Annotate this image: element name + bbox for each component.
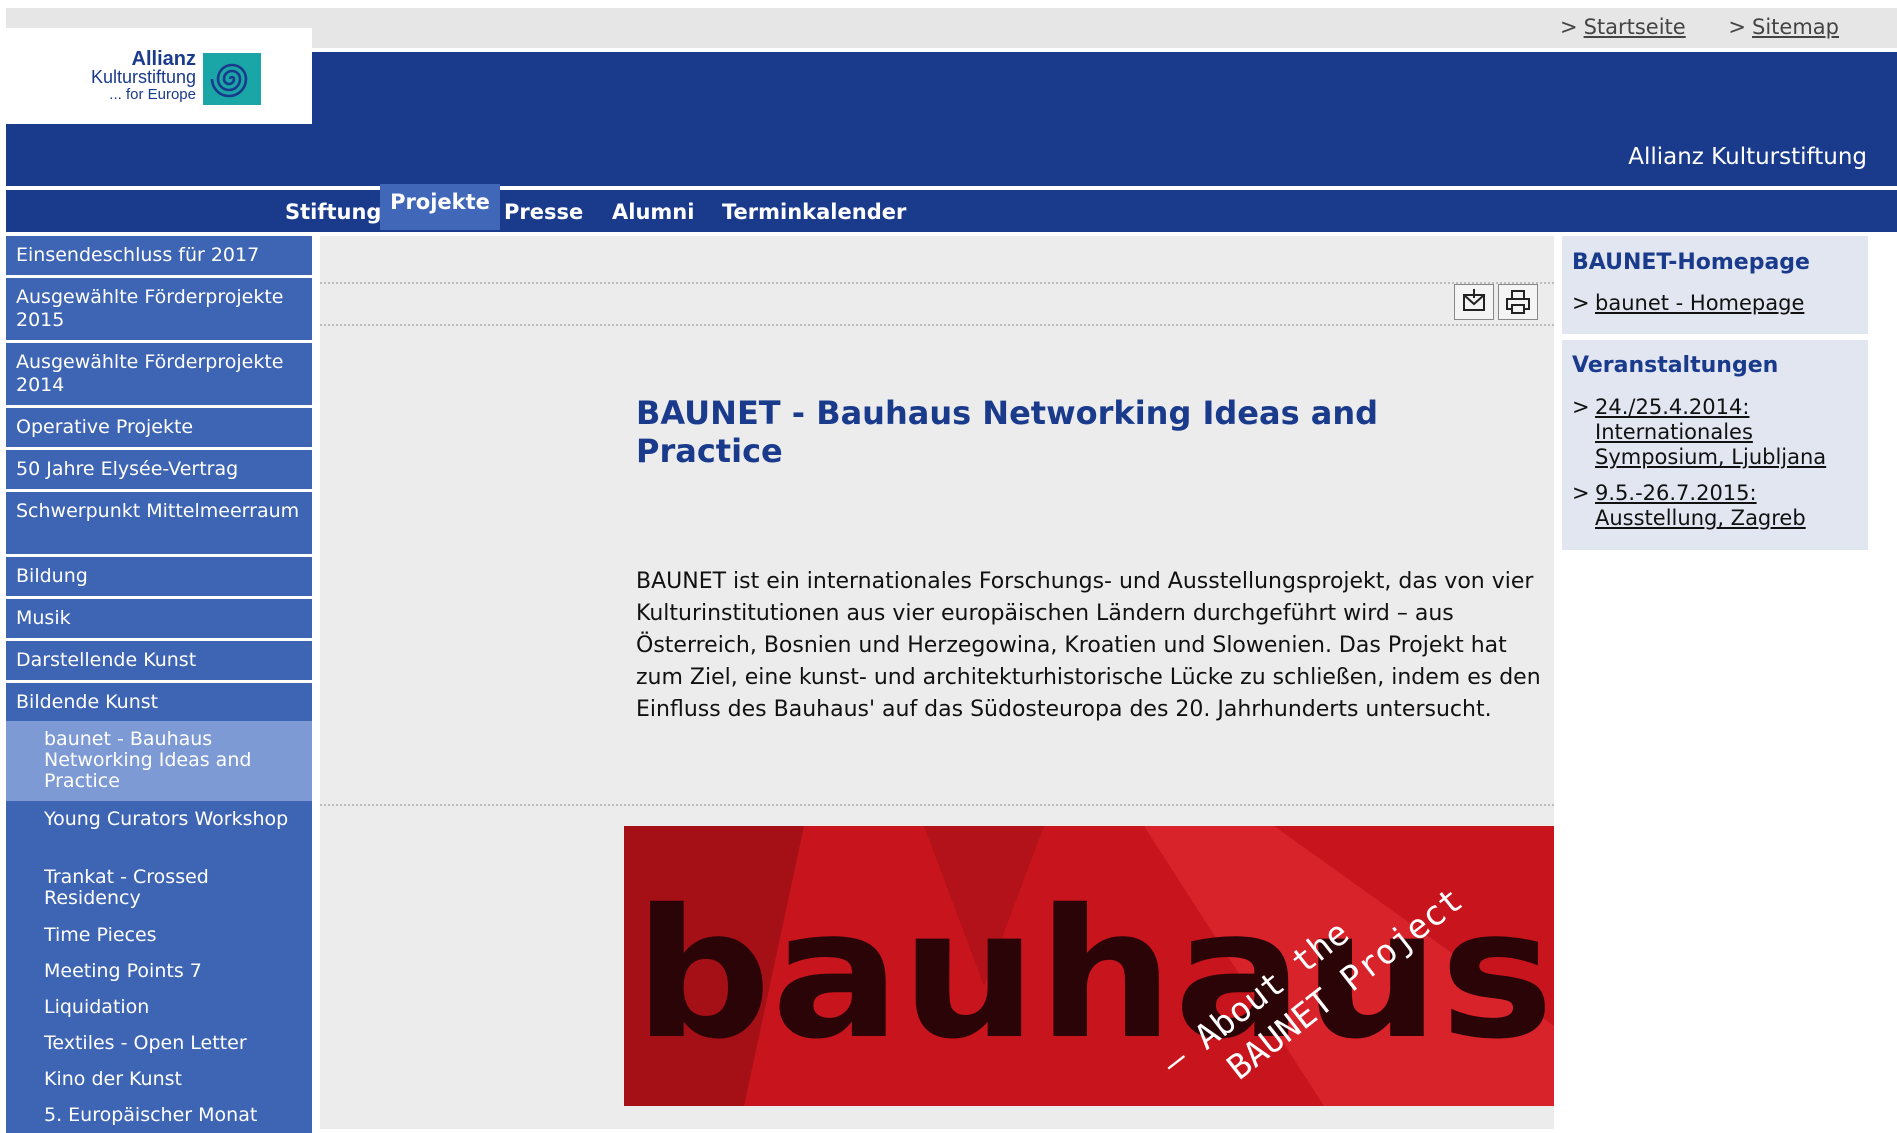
- sidebar-subitem-meeting-points[interactable]: Meeting Points 7: [6, 953, 312, 989]
- event-item: >9.5.-26.7.2015: Ausstellung, Zagreb: [1572, 481, 1865, 531]
- print-page-button[interactable]: [1498, 284, 1538, 320]
- baunet-homepage-link[interactable]: baunet - Homepage: [1595, 291, 1804, 315]
- nav-presse[interactable]: Presse: [504, 200, 583, 224]
- sidebar-item-bildung[interactable]: Bildung: [6, 557, 312, 596]
- sidebar-subitem-trankat[interactable]: Trankat - Crossed Residency: [6, 859, 312, 917]
- chevron-right-icon: >: [1728, 15, 1747, 39]
- sidebar-item-elysee-vertrag[interactable]: 50 Jahre Elysée-Vertrag: [6, 450, 312, 489]
- sidebar-subitem-liquidation[interactable]: Liquidation: [6, 989, 312, 1025]
- chevron-right-icon: >: [1559, 15, 1578, 39]
- divider: [320, 804, 1554, 806]
- homepage-box-title: BAUNET-Homepage: [1572, 250, 1810, 275]
- left-sidebar: Einsendeschluss für 2017 Ausgewählte För…: [6, 236, 312, 1133]
- logo-wordmark: Allianz Kulturstiftung ... for Europe: [56, 48, 196, 104]
- hero-image: bauhaus – About the BAUNET Project: [624, 826, 1554, 1106]
- chevron-right-icon: >: [1572, 481, 1590, 505]
- sidebar-subitem-textiles[interactable]: Textiles - Open Letter: [6, 1025, 312, 1061]
- hero-bauhaus-word: bauhaus: [634, 871, 1554, 1078]
- spiral-logo-icon: [203, 53, 261, 105]
- sidebar-item-foerderprojekte-2014[interactable]: Ausgewählte Förderprojekte 2014: [6, 343, 312, 405]
- sidebar-item-operative-projekte[interactable]: Operative Projekte: [6, 408, 312, 447]
- sidebar-subitem-young-curators[interactable]: Young Curators Workshop: [6, 801, 312, 859]
- sidebar-item-musik[interactable]: Musik: [6, 599, 312, 638]
- logo-line-kulturstiftung: Kulturstiftung: [90, 67, 196, 87]
- sidebar-subitem-europaeischer-monat[interactable]: 5. Europäischer Monat: [6, 1097, 312, 1133]
- main-content: BAUNET - Bauhaus Networking Ideas and Pr…: [320, 236, 1554, 1129]
- event-link-ausstellung[interactable]: 9.5.-26.7.2015: Ausstellung, Zagreb: [1595, 481, 1806, 530]
- events-box-title: Veranstaltungen: [1572, 353, 1779, 378]
- chevron-right-icon: >: [1572, 291, 1590, 315]
- email-page-button[interactable]: [1454, 284, 1494, 320]
- site-name: Allianz Kulturstiftung: [1628, 144, 1867, 170]
- events-box: Veranstaltungen >24./25.4.2014: Internat…: [1562, 340, 1868, 550]
- nav-projekte[interactable]: Projekte: [380, 184, 500, 230]
- logo[interactable]: Allianz Kulturstiftung ... for Europe: [6, 28, 312, 124]
- sidebar-item-einsendeschluss[interactable]: Einsendeschluss für 2017: [6, 236, 312, 275]
- sidebar-item-mittelmeerraum[interactable]: Schwerpunkt Mittelmeerraum: [6, 492, 312, 554]
- logo-line-allianz: Allianz: [131, 48, 196, 70]
- divider: [320, 282, 1554, 284]
- sidebar-subitem-kino-der-kunst[interactable]: Kino der Kunst: [6, 1061, 312, 1097]
- event-link-symposium[interactable]: 24./25.4.2014: Internationales Symposium…: [1595, 395, 1826, 469]
- homepage-box: BAUNET-Homepage > baunet - Homepage: [1562, 236, 1868, 334]
- printer-icon: [1506, 290, 1530, 314]
- sidebar-item-darstellende-kunst[interactable]: Darstellende Kunst: [6, 641, 312, 680]
- sitemap-link[interactable]: Sitemap: [1752, 15, 1839, 39]
- homepage-link-row: > baunet - Homepage: [1572, 291, 1804, 316]
- chevron-right-icon: >: [1572, 395, 1590, 419]
- envelope-icon: [1463, 289, 1485, 311]
- nav-terminkalender[interactable]: Terminkalender: [722, 200, 906, 224]
- event-item: >24./25.4.2014: Internationales Symposiu…: [1572, 395, 1865, 470]
- logo-line-europe: ... for Europe: [109, 86, 196, 103]
- nav-alumni[interactable]: Alumni: [612, 200, 694, 224]
- sidebar-subitem-baunet[interactable]: baunet - Bauhaus Networking Ideas and Pr…: [6, 721, 312, 801]
- sidebar-subitem-time-pieces[interactable]: Time Pieces: [6, 917, 312, 953]
- top-links: > Startseite > Sitemap: [1524, 15, 1839, 39]
- main-nav: Stiftung Projekte Presse Alumni Terminka…: [6, 184, 1897, 232]
- nav-stiftung[interactable]: Stiftung: [285, 200, 381, 224]
- sidebar-item-foerderprojekte-2015[interactable]: Ausgewählte Förderprojekte 2015: [6, 278, 312, 340]
- page-title: BAUNET - Bauhaus Networking Ideas and Pr…: [636, 394, 1379, 470]
- intro-paragraph: BAUNET ist ein internationales Forschung…: [636, 569, 1541, 722]
- sidebar-item-bildende-kunst[interactable]: Bildende Kunst: [6, 683, 312, 721]
- startseite-link[interactable]: Startseite: [1584, 15, 1686, 39]
- hero-graphic: bauhaus – About the BAUNET Project: [624, 826, 1554, 1106]
- divider: [320, 324, 1554, 326]
